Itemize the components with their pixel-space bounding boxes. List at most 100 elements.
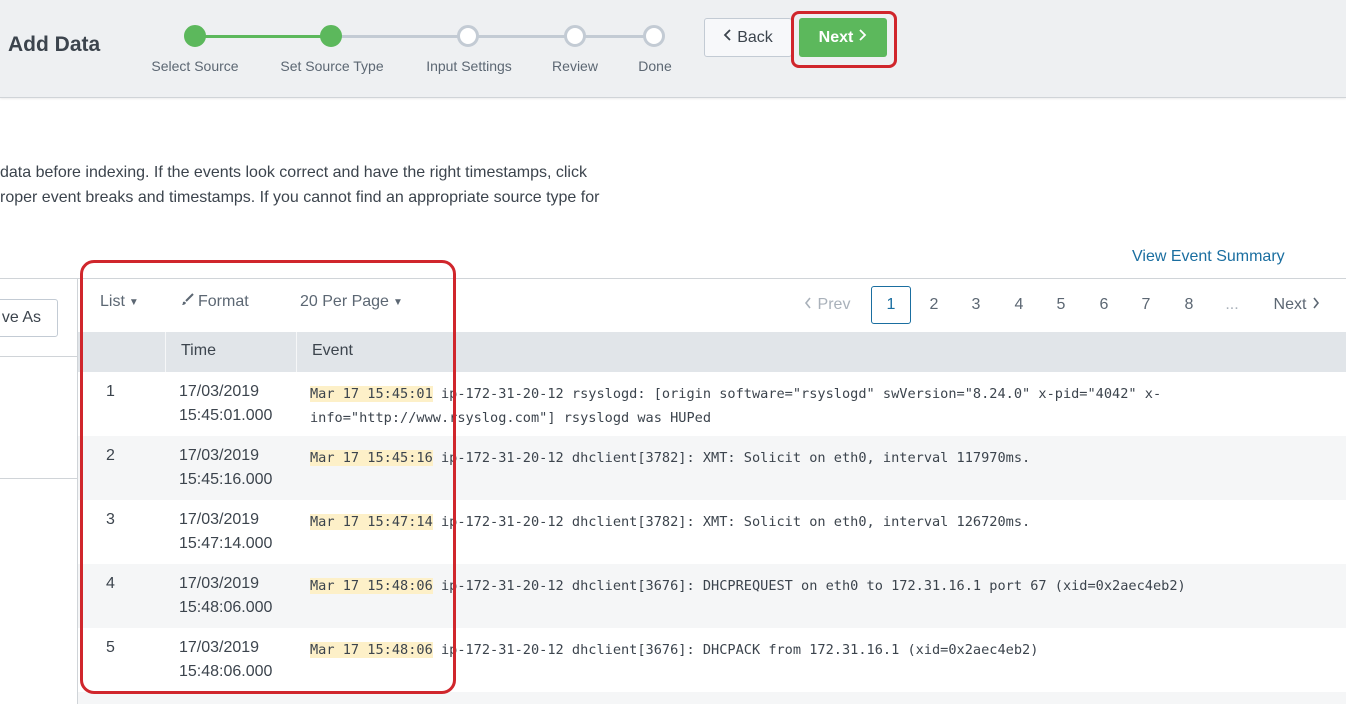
pager-ellipsis: ... (1225, 296, 1239, 313)
event-body: ip-172-31-20-12 rsyslogd: [origin softwa… (310, 386, 1162, 426)
left-panel-divider (0, 356, 78, 357)
pager-page-6[interactable]: 6 (1090, 286, 1118, 324)
step-label-select-source: Select Source (151, 58, 239, 74)
step-connector-done (195, 35, 331, 38)
table-row[interactable]: 2 17/03/2019 15:45:16.000 Mar 17 15:45:1… (78, 436, 1346, 500)
step-dot-done (643, 25, 665, 47)
instructions-line-2: roper event breaks and timestamps. If yo… (0, 189, 600, 206)
format-button[interactable]: Format (181, 293, 249, 311)
event-date: 17/03/2019 (179, 447, 260, 464)
step-dot-review (564, 25, 586, 47)
wizard-steps: Select Source Set Source Type Input Sett… (0, 0, 700, 98)
per-page-dropdown[interactable]: 20 Per Page ▼ (300, 293, 403, 311)
step-dot-input-settings (457, 25, 479, 47)
back-button[interactable]: Back (704, 18, 792, 57)
left-panel-divider (0, 278, 78, 279)
table-row[interactable]: 4 17/03/2019 15:48:06.000 Mar 17 15:48:0… (78, 564, 1346, 628)
event-timestamp: Mar 17 15:45:16 (310, 450, 433, 466)
table-row[interactable]: 3 17/03/2019 15:47:14.000 Mar 17 15:47:1… (78, 500, 1346, 564)
event-timestamp: Mar 17 15:48:06 (310, 578, 433, 594)
pager-page-2[interactable]: 2 (920, 286, 948, 324)
pager-next-button[interactable]: Next (1266, 286, 1328, 324)
event-text[interactable]: Mar 17 15:47:14 ip-172-31-20-12 dhclient… (310, 510, 1320, 534)
instructions-line-1: data before indexing. If the events look… (0, 164, 587, 181)
event-timestamp: Mar 17 15:48:06 (310, 642, 433, 658)
event-date: 17/03/2019 (179, 575, 260, 592)
save-as-label: ve As (1, 309, 41, 326)
column-header-event[interactable]: Event (312, 342, 353, 360)
pager-page-8[interactable]: 8 (1175, 286, 1203, 324)
table-row[interactable]: 5 17/03/2019 15:48:06.000 Mar 17 15:48:0… (78, 628, 1346, 692)
event-clock: 15:45:16.000 (179, 471, 273, 488)
per-page-label: 20 Per Page (300, 293, 389, 310)
pager-page-4[interactable]: 4 (1005, 286, 1033, 324)
event-body: ip-172-31-20-12 dhclient[3676]: DHCPREQU… (432, 578, 1186, 594)
event-text[interactable]: Mar 17 15:48:06 ip-172-31-20-12 dhclient… (310, 574, 1320, 598)
event-text[interactable]: Mar 17 15:48:06 ip-172-31-20-12 dhclient… (310, 638, 1320, 662)
row-number: 1 (106, 383, 115, 400)
event-clock: 15:48:06.000 (179, 663, 273, 680)
panel-top-border (78, 278, 1346, 279)
chevron-left-icon (804, 296, 812, 314)
column-header-time[interactable]: Time (181, 342, 216, 360)
step-dot-select-source (184, 25, 206, 47)
step-label-done: Done (638, 58, 672, 74)
pager-page-3[interactable]: 3 (962, 286, 990, 324)
row-number: 4 (106, 575, 115, 592)
event-time: 17/03/2019 15:45:16.000 (179, 444, 272, 492)
step-label-review: Review (552, 58, 598, 74)
event-clock: 15:47:14.000 (179, 535, 273, 552)
row-number: 2 (106, 447, 115, 464)
view-event-summary-link[interactable]: View Event Summary (1132, 248, 1285, 266)
event-time: 17/03/2019 15:48:06.000 (179, 636, 272, 684)
event-timestamp: Mar 17 15:47:14 (310, 514, 433, 530)
chevron-right-icon (857, 28, 867, 47)
table-row[interactable]: 1 17/03/2019 15:45:01.000 Mar 17 15:45:0… (78, 372, 1346, 436)
pager-page-5[interactable]: 5 (1047, 286, 1075, 324)
list-label: List (100, 293, 125, 310)
next-button-label: Next (818, 28, 854, 46)
step-label-input-settings: Input Settings (426, 58, 512, 74)
event-date: 17/03/2019 (179, 511, 260, 528)
event-body: ip-172-31-20-12 dhclient[3782]: XMT: Sol… (432, 450, 1031, 466)
event-date: 17/03/2019 (179, 383, 260, 400)
chevron-right-icon (1312, 296, 1320, 314)
row-number: 3 (106, 511, 115, 528)
pager-page-1[interactable]: 1 (871, 286, 911, 324)
event-text[interactable]: Mar 17 15:45:01 ip-172-31-20-12 rsyslogd… (310, 382, 1320, 430)
event-clock: 15:45:01.000 (179, 407, 273, 424)
row-number: 5 (106, 639, 115, 656)
pager-next-label: Next (1273, 296, 1307, 313)
wizard-header: Add Data Select Source Set Source Type I… (0, 0, 1346, 98)
next-button[interactable]: Next (799, 18, 887, 57)
pager-prev-label: Prev (817, 296, 851, 313)
caret-down-icon: ▼ (392, 296, 403, 308)
events-table-header: Time Event (78, 332, 1346, 372)
step-dot-set-source-type (320, 25, 342, 47)
instructions-text: data before indexing. If the events look… (0, 160, 599, 210)
event-date: 17/03/2019 (179, 639, 260, 656)
event-time: 17/03/2019 15:48:06.000 (179, 572, 272, 620)
format-label: Format (198, 293, 249, 310)
back-button-label: Back (737, 28, 773, 46)
list-dropdown[interactable]: List ▼ (100, 293, 139, 311)
event-text[interactable]: Mar 17 15:45:16 ip-172-31-20-12 dhclient… (310, 446, 1320, 470)
pager-prev-button[interactable]: Prev (798, 286, 856, 324)
event-body: ip-172-31-20-12 dhclient[3676]: DHCPACK … (432, 642, 1039, 658)
step-label-set-source-type: Set Source Type (280, 58, 384, 74)
pager-page-7[interactable]: 7 (1132, 286, 1160, 324)
save-as-button[interactable]: ve As (0, 299, 58, 337)
brush-icon (181, 293, 194, 311)
event-clock: 15:48:06.000 (179, 599, 273, 616)
event-body: ip-172-31-20-12 dhclient[3782]: XMT: Sol… (432, 514, 1031, 530)
column-separator (165, 332, 166, 372)
event-timestamp: Mar 17 15:45:01 (310, 386, 433, 402)
chevron-left-icon (723, 28, 733, 47)
table-row-partial (78, 692, 1346, 704)
event-time: 17/03/2019 15:45:01.000 (179, 380, 272, 428)
step-connector-todo (331, 35, 654, 38)
event-time: 17/03/2019 15:47:14.000 (179, 508, 272, 556)
left-panel-divider (0, 478, 78, 479)
caret-down-icon: ▼ (128, 296, 139, 308)
column-separator (296, 332, 297, 372)
